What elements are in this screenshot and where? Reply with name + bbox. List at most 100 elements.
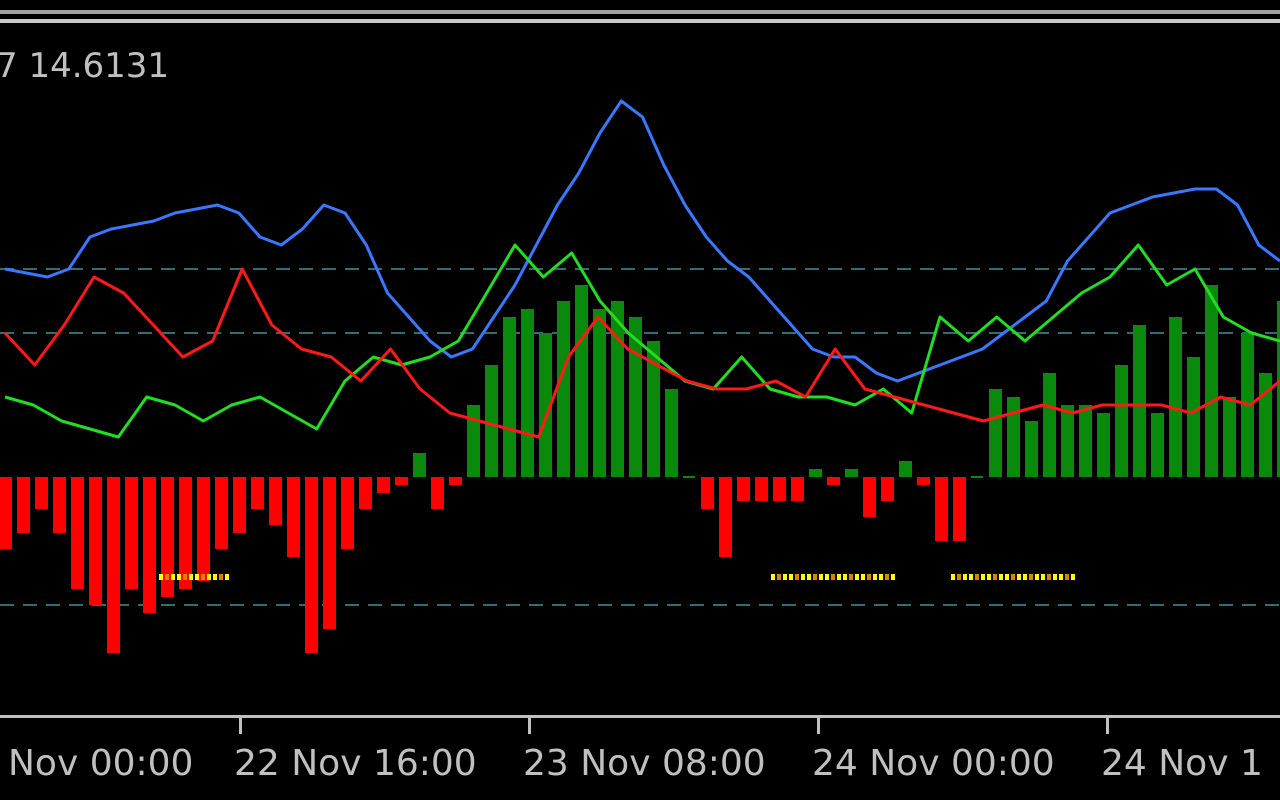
signal-dot — [873, 574, 877, 580]
signal-dot — [183, 574, 187, 580]
histogram-bar — [1205, 285, 1218, 477]
signal-dot — [867, 574, 871, 580]
histogram-bar — [323, 477, 336, 629]
histogram-bar — [935, 477, 948, 541]
signal-dot — [807, 574, 811, 580]
histogram-bar — [575, 285, 588, 477]
signal-dot — [1005, 574, 1009, 580]
histogram-bar — [593, 309, 606, 477]
signal-dot — [777, 574, 781, 580]
signal-dot — [885, 574, 889, 580]
histogram-bar — [665, 389, 678, 477]
signal-dot — [969, 574, 973, 580]
histogram-bar — [467, 405, 480, 477]
histogram-bar — [503, 317, 516, 477]
histogram-bar — [0, 477, 12, 549]
histogram-bar — [737, 477, 750, 501]
histogram-bar — [377, 477, 390, 493]
histogram-bar — [1007, 397, 1020, 477]
signal-dot — [1065, 574, 1069, 580]
signal-dot — [1029, 574, 1033, 580]
histogram-bar — [287, 477, 300, 557]
histogram-bar — [143, 477, 156, 613]
histogram-bar — [1187, 357, 1200, 477]
x-tick — [1106, 718, 1109, 734]
signal-dot — [819, 574, 823, 580]
signal-dot — [189, 574, 193, 580]
signal-dot — [1011, 574, 1015, 580]
x-tick-label: 23 Nov 08:00 — [523, 743, 766, 784]
signal-dot — [891, 574, 895, 580]
signal-dot — [159, 574, 163, 580]
histogram-bar — [71, 477, 84, 589]
signal-dot — [177, 574, 181, 580]
histogram-bar — [863, 477, 876, 517]
histogram-bar — [809, 469, 822, 477]
histogram-bar — [899, 461, 912, 477]
signal-dot — [771, 574, 775, 580]
signal-dot — [837, 574, 841, 580]
histogram-bar — [197, 477, 210, 581]
histogram-bar — [1151, 413, 1164, 477]
histogram-bar — [1025, 421, 1038, 477]
x-tick-label: 24 Nov 00:00 — [812, 743, 1055, 784]
signal-dot — [1059, 574, 1063, 580]
histogram-bar — [1097, 413, 1110, 477]
histogram-bar — [719, 477, 732, 557]
histogram-bar — [359, 477, 372, 509]
histogram-bar — [557, 301, 570, 477]
x-tick — [528, 718, 531, 734]
signal-dot — [813, 574, 817, 580]
signal-dot — [165, 574, 169, 580]
signal-dot — [801, 574, 805, 580]
signal-dot — [1023, 574, 1027, 580]
histogram-bar — [449, 477, 462, 485]
histogram-bar — [773, 477, 786, 501]
signal-dot — [789, 574, 793, 580]
histogram-bar — [53, 477, 66, 533]
signal-dot — [879, 574, 883, 580]
signal-dot — [219, 574, 223, 580]
histogram-bar — [791, 477, 804, 501]
signal-dot — [201, 574, 205, 580]
histogram-bar — [1079, 405, 1092, 477]
x-tick-label: Nov 00:00 — [8, 743, 193, 784]
bottom-axis-line — [0, 715, 1280, 718]
x-tick-label: 24 Nov 1 — [1101, 743, 1263, 784]
signal-dot — [861, 574, 865, 580]
histogram-bar — [701, 477, 714, 509]
signal-dot — [1071, 574, 1075, 580]
signal-dot — [1041, 574, 1045, 580]
signal-dot — [999, 574, 1003, 580]
histogram-bar — [125, 477, 138, 589]
signal-dot — [831, 574, 835, 580]
x-tick-label: 22 Nov 16:00 — [234, 743, 477, 784]
signal-dot — [783, 574, 787, 580]
histogram-bar — [845, 469, 858, 477]
signal-dot — [1053, 574, 1057, 580]
histogram-bar — [485, 365, 498, 477]
histogram-bar — [953, 477, 966, 541]
histogram-bar — [269, 477, 282, 525]
indicator-value-label: 7 14.6131 — [0, 46, 169, 86]
signal-dot — [975, 574, 979, 580]
histogram-bar — [755, 477, 768, 501]
histogram-bar — [215, 477, 228, 549]
signal-dot — [855, 574, 859, 580]
histogram-bar — [413, 453, 426, 477]
signal-dot — [825, 574, 829, 580]
histogram-bar — [827, 477, 840, 485]
signal-dot — [987, 574, 991, 580]
signal-dot — [951, 574, 955, 580]
histogram-bar — [431, 477, 444, 509]
histogram-bar — [395, 477, 408, 485]
histogram-bar — [179, 477, 192, 589]
indicator-chart: 7 14.6131 Nov 00:00 22 Nov 16:00 23 Nov 08… — [0, 0, 1280, 800]
histogram-bar — [1223, 397, 1236, 477]
signal-dot — [195, 574, 199, 580]
signal-dot — [795, 574, 799, 580]
histogram-bar — [917, 477, 930, 485]
signal-dot — [843, 574, 847, 580]
histogram-bar — [1133, 325, 1146, 477]
histogram-bar — [305, 477, 318, 653]
